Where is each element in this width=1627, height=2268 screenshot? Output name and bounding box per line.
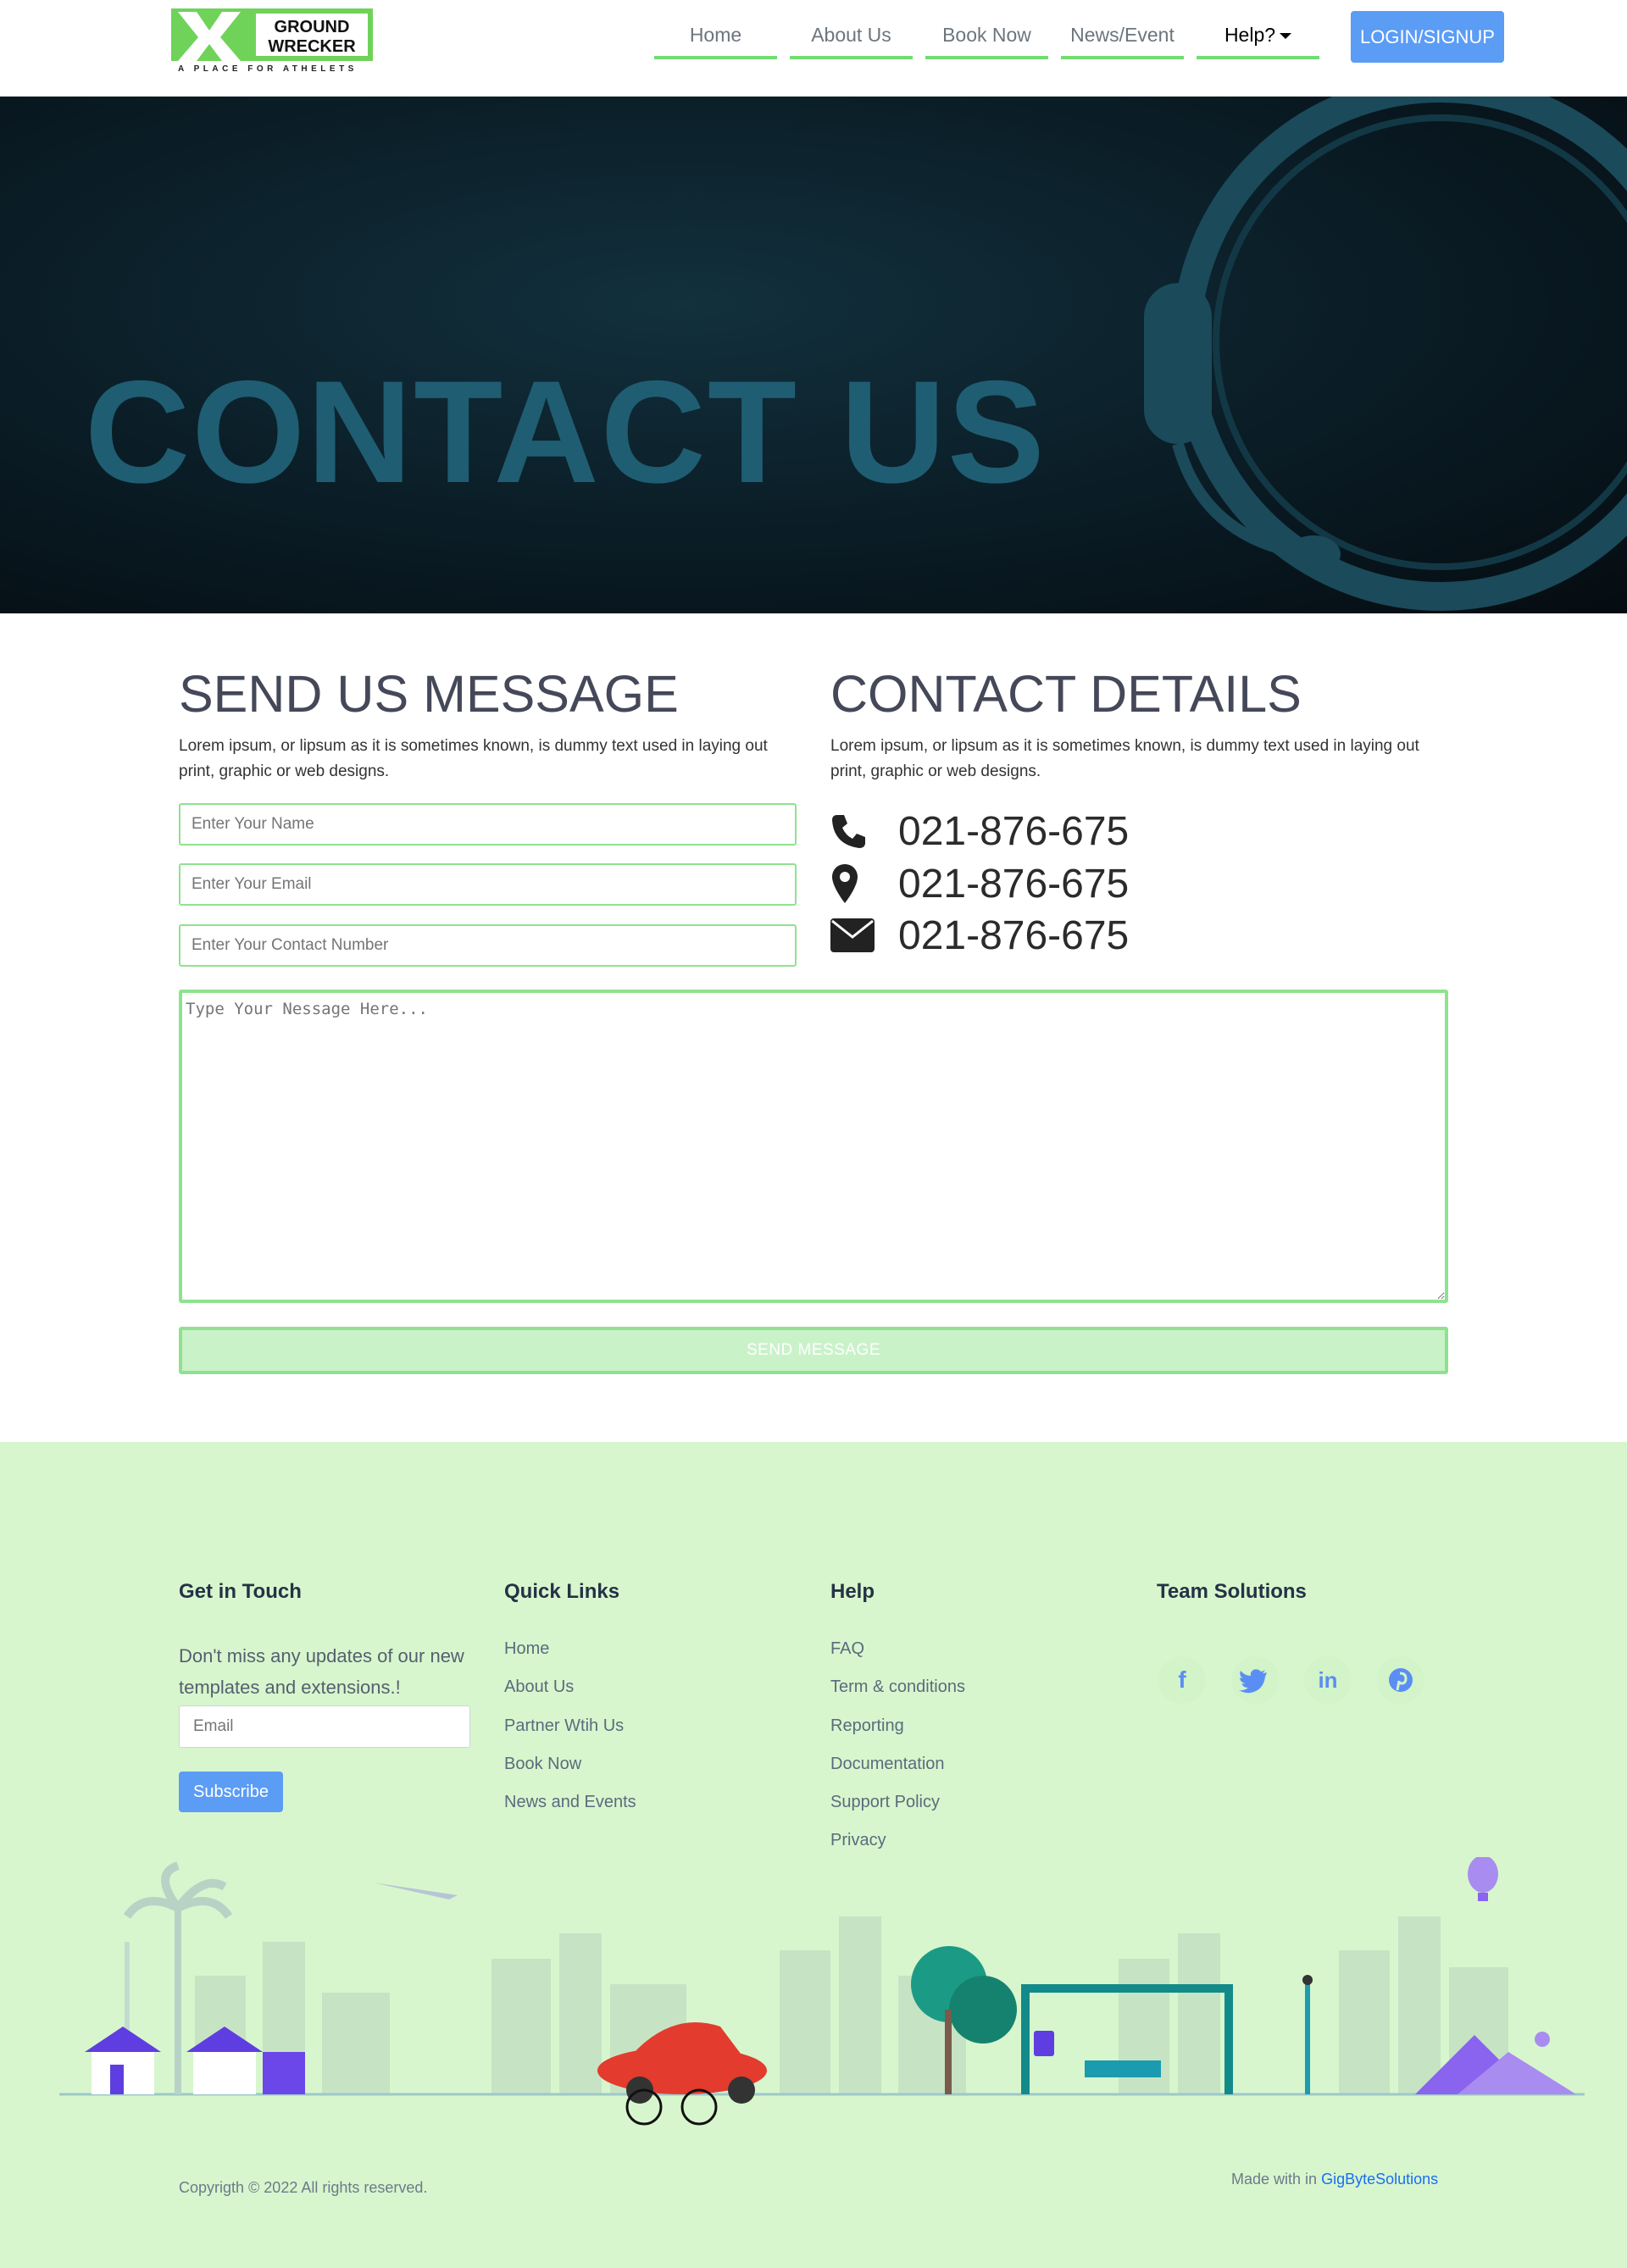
get-in-touch-title: Get in Touch (179, 1580, 302, 1603)
social-links: f in (1158, 1656, 1450, 1704)
top-navbar: GROUND WRECKER A PLACE FOR ATHELETS Home… (0, 0, 1627, 97)
caret-down-icon (1280, 33, 1292, 40)
linkedin-icon[interactable]: in (1304, 1656, 1352, 1704)
help-link-support-policy[interactable]: Support Policy (830, 1793, 965, 1831)
hero-title: CONTACT US (85, 351, 1047, 513)
made-with-text: Made with in GigByteSolutions (1231, 2171, 1438, 2188)
made-with-label: Made with in (1231, 2171, 1318, 2188)
logo-tagline: A PLACE FOR ATHELETS (178, 64, 358, 74)
help-label: Help? (1224, 24, 1276, 46)
phone-number: 021-876-675 (898, 808, 1130, 854)
help-links-list: FAQ Term & conditions Reporting Document… (830, 1639, 965, 1870)
quick-link-home[interactable]: Home (504, 1639, 636, 1677)
contact-row-phone: 021-876-675 (830, 806, 1129, 857)
send-message-text: Lorem ipsum, or lipsum as it is sometime… (179, 737, 768, 780)
quick-links-title: Quick Links (504, 1580, 620, 1603)
envelope-icon (830, 913, 898, 957)
contact-details-title: CONTACT DETAILS (830, 665, 1302, 723)
nav-link-news-event[interactable]: News/Event (1061, 10, 1184, 59)
name-input[interactable] (179, 803, 797, 846)
contact-number-input[interactable] (179, 924, 797, 967)
contact-row-location: 021-876-675 (830, 858, 1129, 909)
quick-link-news-events[interactable]: News and Events (504, 1793, 636, 1831)
nav-link-book-now[interactable]: Book Now (925, 10, 1048, 59)
svg-text:WRECKER: WRECKER (268, 37, 356, 56)
svg-text:GROUND: GROUND (275, 18, 350, 36)
help-link-documentation[interactable]: Documentation (830, 1755, 965, 1793)
nav-link-about-us[interactable]: About Us (790, 10, 913, 59)
contact-row-email: 021-876-675 (830, 910, 1129, 961)
footer: Get in Touch Quick Links Help Team Solut… (0, 1442, 1627, 2268)
quick-link-about-us[interactable]: About Us (504, 1677, 636, 1716)
headset-icon (1144, 97, 1627, 611)
pinterest-icon[interactable] (1377, 1656, 1424, 1704)
quick-links-list: Home About Us Partner Wtih Us Book Now N… (504, 1639, 636, 1831)
help-link-reporting[interactable]: Reporting (830, 1716, 965, 1755)
send-message-title: SEND US MESSAGE (179, 665, 679, 723)
quick-link-book-now[interactable]: Book Now (504, 1755, 636, 1793)
login-signup-button[interactable]: LOGIN/SIGNUP (1351, 11, 1504, 63)
copyright-text: Copyrigth © 2022 All rights reserved. (179, 2179, 428, 2196)
email-value: 021-876-675 (898, 912, 1130, 958)
map-marker-icon (830, 862, 898, 906)
message-textarea[interactable] (179, 990, 1448, 1303)
nav-link-home[interactable]: Home (654, 10, 777, 59)
newsletter-text: Don't miss any updates of our new templa… (179, 1645, 464, 1698)
send-message-button[interactable]: SEND MESSAGE (179, 1327, 1448, 1374)
city-illustration (59, 1857, 1585, 2126)
help-link-terms[interactable]: Term & conditions (830, 1677, 965, 1716)
help-link-faq[interactable]: FAQ (830, 1639, 965, 1677)
facebook-icon[interactable]: f (1158, 1656, 1206, 1704)
phone-icon (830, 809, 898, 853)
twitter-icon[interactable] (1231, 1656, 1279, 1704)
team-solutions-title: Team Solutions (1157, 1580, 1307, 1603)
newsletter-email-input[interactable] (179, 1705, 470, 1748)
nav-links: Home About Us Book Now News/Event Help? (654, 10, 1332, 59)
hero-banner: CONTACT US (0, 97, 1627, 613)
contact-details-text: Lorem ipsum, or lipsum as it is sometime… (830, 737, 1419, 780)
help-title: Help (830, 1580, 875, 1603)
nav-link-help-dropdown[interactable]: Help? (1197, 10, 1319, 59)
gigbyte-solutions-link[interactable]: GigByteSolutions (1321, 2171, 1438, 2188)
location-value: 021-876-675 (898, 861, 1130, 907)
quick-link-partner[interactable]: Partner Wtih Us (504, 1716, 636, 1755)
email-input[interactable] (179, 863, 797, 906)
subscribe-button[interactable]: Subscribe (179, 1772, 283, 1812)
